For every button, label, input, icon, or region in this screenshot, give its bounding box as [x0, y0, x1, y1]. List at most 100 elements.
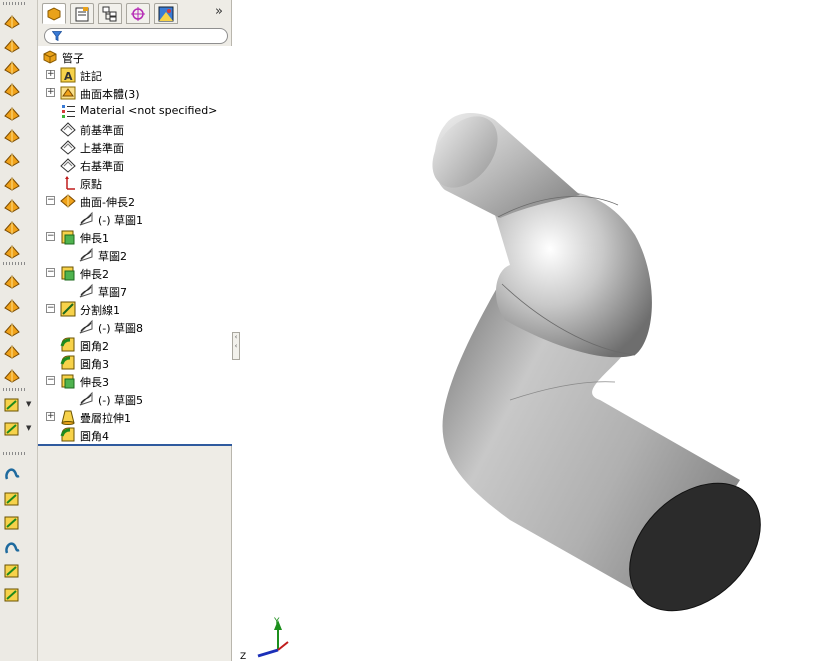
reference-geometry-icon[interactable]: [3, 396, 21, 414]
extruded-surface-icon[interactable]: [3, 126, 21, 144]
axis-y-label: Y: [273, 617, 280, 627]
tree-item[interactable]: 右基準面: [38, 156, 232, 174]
tree-item[interactable]: − 伸長1: [38, 228, 232, 246]
helix-icon[interactable]: [3, 538, 21, 556]
feature-manager-tab[interactable]: [42, 3, 66, 24]
extrude-icon: [60, 265, 76, 281]
tree-item-label: 註記: [80, 70, 102, 83]
manager-tabs: [38, 0, 232, 26]
feature-manager-panel: » 管子 + A 註記 + 曲面本體(3) Material <not specified>…: [38, 0, 232, 661]
tree-item-label: 草圖7: [98, 286, 127, 299]
extrude-icon: [60, 373, 76, 389]
swept-boss-icon[interactable]: [3, 58, 21, 76]
revolved-boss-icon[interactable]: [3, 36, 21, 54]
fillet-icon: [60, 355, 76, 371]
part-icon: [42, 49, 58, 65]
tree-filter-input[interactable]: [44, 28, 228, 44]
tree-item[interactable]: − 曲面-伸長2: [38, 192, 232, 210]
cut-with-surface-icon[interactable]: [3, 296, 21, 314]
delete-face-icon[interactable]: [3, 196, 21, 214]
pipe-model[interactable]: [419, 104, 785, 636]
display-manager-tab[interactable]: [154, 3, 178, 24]
tree-item[interactable]: 圓角3: [38, 354, 232, 372]
toolbar-grip[interactable]: [3, 452, 25, 455]
sketch-icon: [78, 211, 94, 227]
tree-item[interactable]: (-) 草圖1: [38, 210, 232, 228]
tree-item[interactable]: + 曲面本體(3): [38, 84, 232, 102]
tree-item[interactable]: Material <not specified>: [38, 102, 232, 120]
dimxpert-tab[interactable]: [126, 3, 150, 24]
collapse-icon[interactable]: −: [46, 304, 55, 313]
collapse-icon[interactable]: −: [46, 196, 55, 205]
extruded-boss-icon[interactable]: [3, 12, 21, 30]
tree-item[interactable]: (-) 草圖5: [38, 390, 232, 408]
graphics-area[interactable]: Y Z: [240, 0, 836, 662]
dome-icon[interactable]: [3, 562, 21, 580]
wrap-icon[interactable]: [3, 490, 21, 508]
tree-root-item[interactable]: 管子: [38, 48, 232, 66]
chevron-down-icon[interactable]: ▼: [26, 400, 31, 408]
tree-item-label: 曲面本體(3): [80, 88, 140, 101]
tree-item[interactable]: 圓角2: [38, 336, 232, 354]
split-line-icon[interactable]: [3, 514, 21, 532]
tree-item[interactable]: − 分割線1: [38, 300, 232, 318]
tree-item[interactable]: (-) 草圖8: [38, 318, 232, 336]
tree-item[interactable]: − 伸長3: [38, 372, 232, 390]
tree-item-label: 伸長3: [80, 376, 109, 389]
tree-item[interactable]: 上基準面: [38, 138, 232, 156]
tree-item-label: (-) 草圖1: [98, 214, 144, 227]
rollback-bar[interactable]: [38, 444, 232, 446]
toolbar-grip[interactable]: [3, 262, 25, 265]
tree-item-label: Material <not specified>: [80, 104, 218, 117]
plane-icon: [60, 139, 76, 155]
curves-icon[interactable]: [3, 420, 21, 438]
panel-collapse-handle[interactable]: ‹ ‹: [232, 332, 240, 360]
collapse-icon[interactable]: −: [46, 268, 55, 277]
expand-icon[interactable]: +: [46, 88, 55, 97]
axis-triad: Y Z: [240, 617, 289, 662]
tree-item-label: 前基準面: [80, 124, 124, 137]
spline-icon[interactable]: [3, 586, 21, 604]
offset-surface-icon[interactable]: [3, 150, 21, 168]
tree-item[interactable]: 原點: [38, 174, 232, 192]
toolbar-grip[interactable]: [3, 2, 25, 5]
tree-item[interactable]: 草圖7: [38, 282, 232, 300]
lofted-boss-icon[interactable]: [3, 80, 21, 98]
tree-item[interactable]: 前基準面: [38, 120, 232, 138]
property-manager-tab[interactable]: [70, 3, 94, 24]
swept-surface-icon[interactable]: [3, 174, 21, 192]
extend-surface-icon[interactable]: [3, 320, 21, 338]
tree-item-label: 圓角3: [80, 358, 109, 371]
tree-item-label: (-) 草圖5: [98, 394, 144, 407]
plane-icon: [60, 121, 76, 137]
tree-item[interactable]: 圓角4: [38, 426, 232, 444]
tree-item-label: 圓角4: [80, 430, 109, 443]
more-tabs-icon[interactable]: »: [215, 4, 223, 19]
chevron-down-icon[interactable]: ▼: [26, 424, 31, 432]
untrim-surface-icon[interactable]: [3, 342, 21, 360]
filter-icon: [52, 31, 62, 41]
configuration-manager-tab[interactable]: [98, 3, 122, 24]
knit-icon[interactable]: [3, 242, 21, 260]
sketch-icon: [78, 247, 94, 263]
sketch-icon[interactable]: [3, 464, 21, 482]
tree-item[interactable]: 草圖2: [38, 246, 232, 264]
tree-item[interactable]: + A 註記: [38, 66, 232, 84]
surface-fill-icon[interactable]: [3, 272, 21, 290]
tree-item[interactable]: + 疊層拉伸1: [38, 408, 232, 426]
tree-item-label: 右基準面: [80, 160, 124, 173]
thicken-icon[interactable]: [3, 218, 21, 236]
collapse-icon[interactable]: −: [46, 376, 55, 385]
planar-surface-icon[interactable]: [3, 104, 21, 122]
plane-icon: [60, 157, 76, 173]
command-toolbar: ▼ ▼: [0, 0, 38, 661]
tree-item-label: 草圖2: [98, 250, 127, 263]
expand-icon[interactable]: +: [46, 412, 55, 421]
collapse-icon[interactable]: −: [46, 232, 55, 241]
toolbar-grip[interactable]: [3, 388, 25, 391]
fillet-icon: [60, 337, 76, 353]
tree-item[interactable]: − 伸長2: [38, 264, 232, 282]
expand-icon[interactable]: +: [46, 70, 55, 79]
fillet-icon[interactable]: [3, 366, 21, 384]
svg-text:A: A: [64, 70, 73, 83]
